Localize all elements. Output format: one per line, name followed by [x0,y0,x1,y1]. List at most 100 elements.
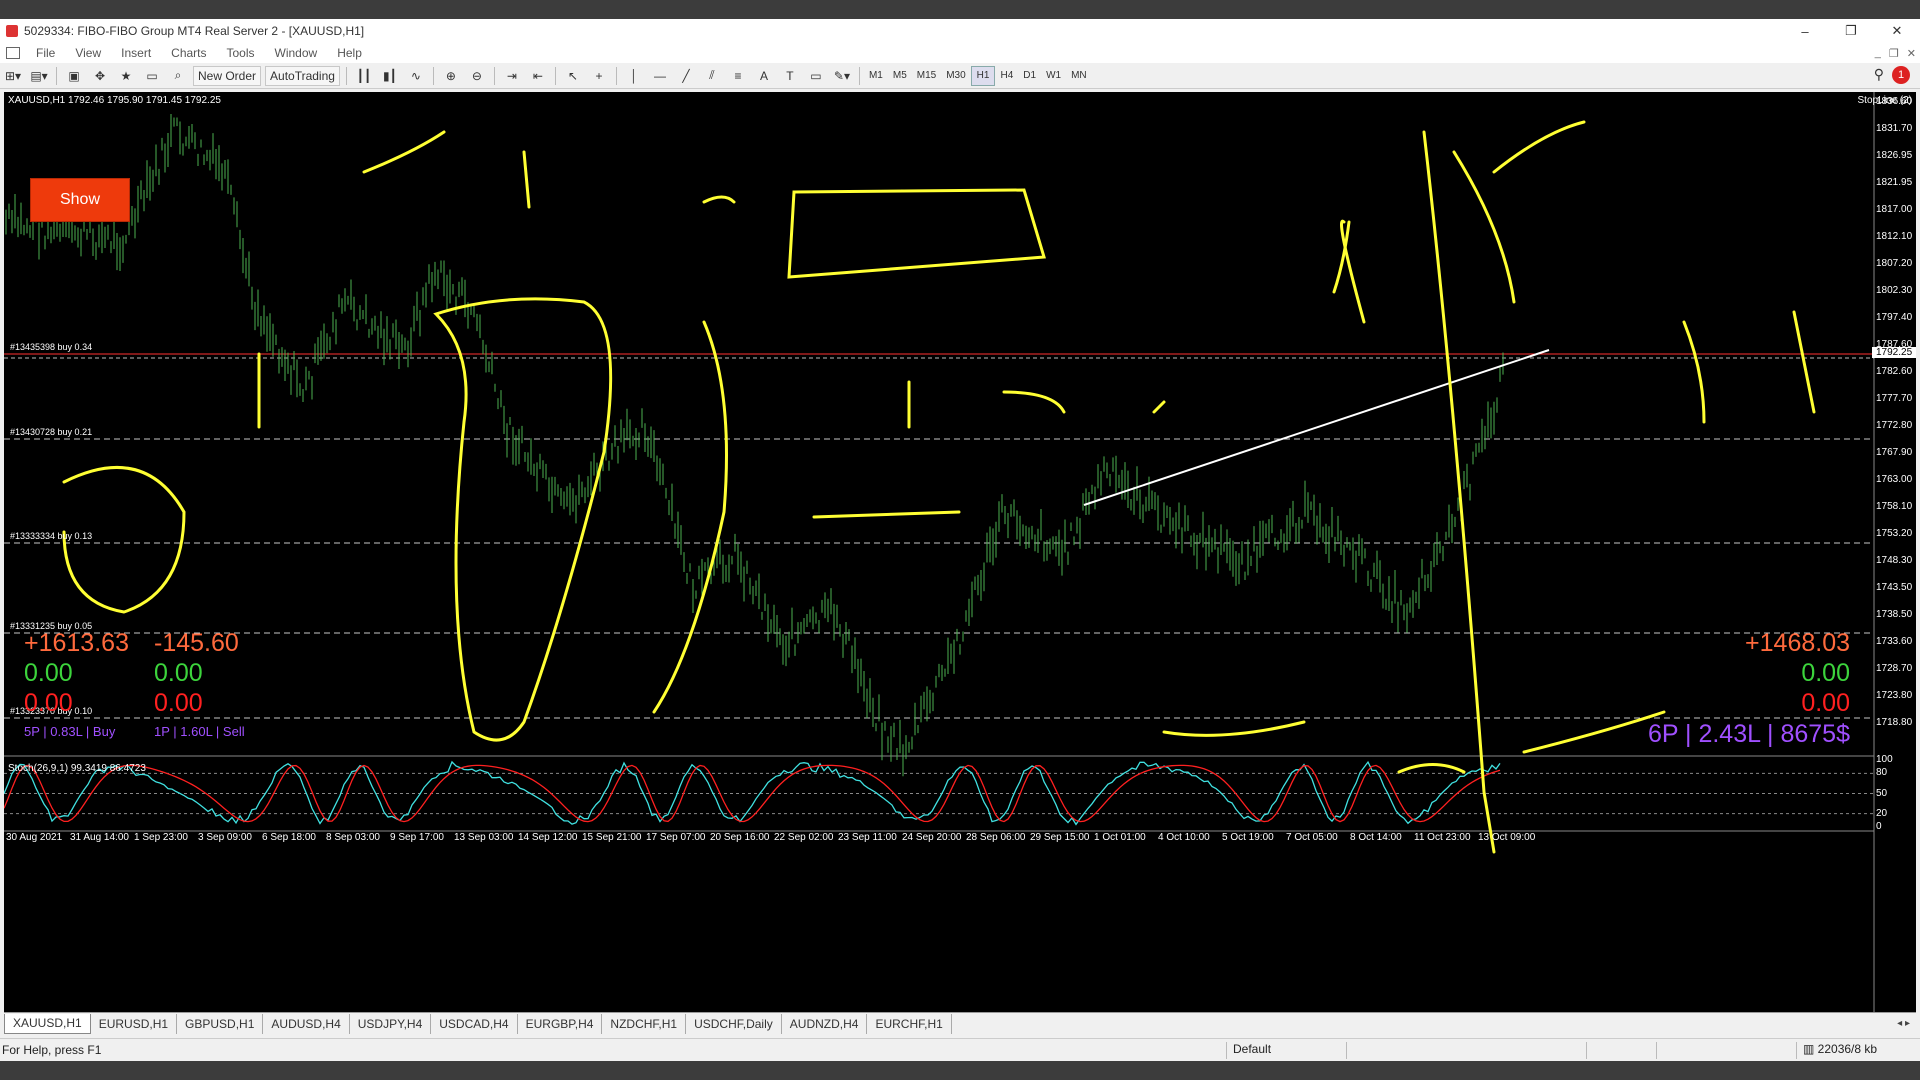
chart-tab[interactable]: AUDNZD,H4 [782,1013,868,1034]
price-chart[interactable]: XAUUSD,H1 1792.46 1795.90 1791.45 1792.2… [4,92,1916,1012]
menu-help[interactable]: Help [327,46,372,60]
menu-window[interactable]: Window [265,46,328,60]
cursor-icon[interactable]: ↖ [562,66,584,86]
bar-chart-icon[interactable]: ┃┃ [353,66,375,86]
data-window-icon[interactable]: ✥ [89,66,111,86]
line-chart-icon[interactable]: ∿ [405,66,427,86]
tab-scroll-arrows[interactable]: ◂ ▸ [1897,1018,1910,1029]
price-tick-label: 1831.70 [1876,123,1913,134]
buy-value-green: 0.00 [24,659,73,687]
time-tick-label: 17 Sep 07:00 [646,832,706,843]
mdi-restore-button[interactable]: ❐ [1889,47,1899,60]
timeframe-m30[interactable]: M30 [941,66,970,86]
timeframe-h4[interactable]: H4 [995,66,1018,86]
time-tick-label: 7 Oct 05:00 [1286,832,1338,843]
zoom-in-icon[interactable]: ⊕ [440,66,462,86]
chart-tab[interactable]: NZDCHF,H1 [602,1013,687,1034]
menu-file[interactable]: File [26,46,65,60]
price-tick-label: 1758.10 [1876,501,1913,512]
show-button[interactable]: Show [30,178,130,222]
crosshair-icon[interactable]: + [588,66,610,86]
minimize-button[interactable]: – [1782,19,1828,43]
navigator-icon[interactable]: ★ [115,66,137,86]
freehand-annotation [1397,763,1466,774]
text-icon[interactable]: A [753,66,775,86]
timeframe-h1[interactable]: H1 [970,65,996,86]
restore-button[interactable]: ❐ [1828,19,1874,43]
timeframe-m5[interactable]: M5 [888,66,912,86]
chart-shift-icon[interactable]: ⇤ [527,66,549,86]
status-empty-1 [1346,1042,1586,1059]
timeframe-m15[interactable]: M15 [912,66,941,86]
trendline-icon[interactable]: ╱ [675,66,697,86]
profiles-icon[interactable]: ▤▾ [28,66,50,86]
time-tick-label: 31 Aug 14:00 [70,832,129,843]
new-chart-icon[interactable]: ⊞▾ [2,66,24,86]
candlestick-icon[interactable]: ▮┃ [379,66,401,86]
terminal-icon[interactable]: ▭ [141,66,163,86]
price-tick-label: 1728.70 [1876,663,1913,674]
time-tick-label: 8 Oct 14:00 [1350,832,1402,843]
menu-bar: File View Insert Charts Tools Window Hel… [0,43,1920,63]
market-watch-icon[interactable]: ▣ [63,66,85,86]
vertical-line-icon[interactable]: │ [623,66,645,86]
price-tick-label: 1817.00 [1876,204,1913,215]
new-order-button[interactable]: New Order [193,65,262,86]
arrows-icon[interactable]: ▭ [805,66,827,86]
buy-value-red: 0.00 [24,689,73,717]
chart-tab[interactable]: USDCAD,H4 [431,1013,518,1034]
freehand-annotation [433,297,613,742]
text-label-icon[interactable]: T [779,66,801,86]
price-tick-label: 1802.30 [1876,285,1913,296]
time-tick-label: 4 Oct 10:00 [1158,832,1210,843]
freehand-annotation [1492,120,1586,174]
channel-icon[interactable]: ⫽ [701,66,723,86]
search-icon[interactable]: ⚲ [1874,66,1884,83]
sell-profit: -145.60 [154,629,239,657]
autotrading-button[interactable]: AutoTrading [265,65,340,86]
mdi-minimize-button[interactable]: _ [1875,47,1881,60]
menu-charts[interactable]: Charts [161,46,216,60]
stochastic-tick-label: 50 [1876,787,1888,799]
chart-window-icon[interactable] [6,47,20,59]
time-tick-label: 1 Sep 23:00 [134,832,188,843]
price-tick-label: 1753.20 [1876,528,1913,539]
chart-tab[interactable]: USDCHF,Daily [686,1013,782,1034]
freehand-annotation [1682,320,1706,424]
strategy-tester-icon[interactable]: ⌕ [167,66,189,86]
chart-tab[interactable]: USDJPY,H4 [350,1013,432,1034]
menu-tools[interactable]: Tools [217,46,265,60]
status-traffic-label: 22036/8 kb [1817,1042,1878,1056]
menu-insert[interactable]: Insert [111,46,161,60]
chart-tab[interactable]: AUDUSD,H4 [263,1013,350,1034]
timeframe-m1[interactable]: M1 [864,66,888,86]
timeframe-d1[interactable]: D1 [1018,66,1041,86]
mt4-window: 5029334: FIBO-FIBO Group MT4 Real Server… [0,19,1920,1061]
objects-dropdown-icon[interactable]: ✎▾ [831,66,853,86]
chart-tab[interactable]: EURCHF,H1 [867,1013,952,1034]
freehand-annotation [702,195,736,204]
time-tick-label: 30 Aug 2021 [6,832,63,843]
time-tick-label: 8 Sep 03:00 [326,832,380,843]
stochastic-tick-label: 100 [1876,754,1893,765]
order-line-label: #13435398 buy 0.34 [10,342,93,352]
toolbar-separator [493,66,495,85]
timeframe-w1[interactable]: W1 [1041,66,1066,86]
total-value-green: 0.00 [1801,659,1850,687]
time-tick-label: 9 Sep 17:00 [390,832,444,843]
fibonacci-icon[interactable]: ≡ [727,66,749,86]
mdi-close-button[interactable]: ✕ [1907,47,1916,60]
close-button[interactable]: ✕ [1874,19,1920,43]
main-toolbar: ⊞▾ ▤▾ ▣ ✥ ★ ▭ ⌕ New Order AutoTrading ┃┃… [0,63,1920,89]
menu-view[interactable]: View [65,46,111,60]
stochastic-tick-label: 80 [1876,767,1888,779]
auto-scroll-icon[interactable]: ⇥ [501,66,523,86]
horizontal-line-icon[interactable]: — [649,66,671,86]
zoom-out-icon[interactable]: ⊖ [466,66,488,86]
notification-badge[interactable]: 1 [1892,66,1910,84]
timeframe-mn[interactable]: MN [1066,66,1092,86]
chart-tab[interactable]: GBPUSD,H1 [177,1013,264,1034]
chart-tab[interactable]: EURGBP,H4 [518,1013,603,1034]
chart-tab[interactable]: XAUUSD,H1 [4,1013,91,1034]
chart-tab[interactable]: EURUSD,H1 [91,1013,178,1034]
